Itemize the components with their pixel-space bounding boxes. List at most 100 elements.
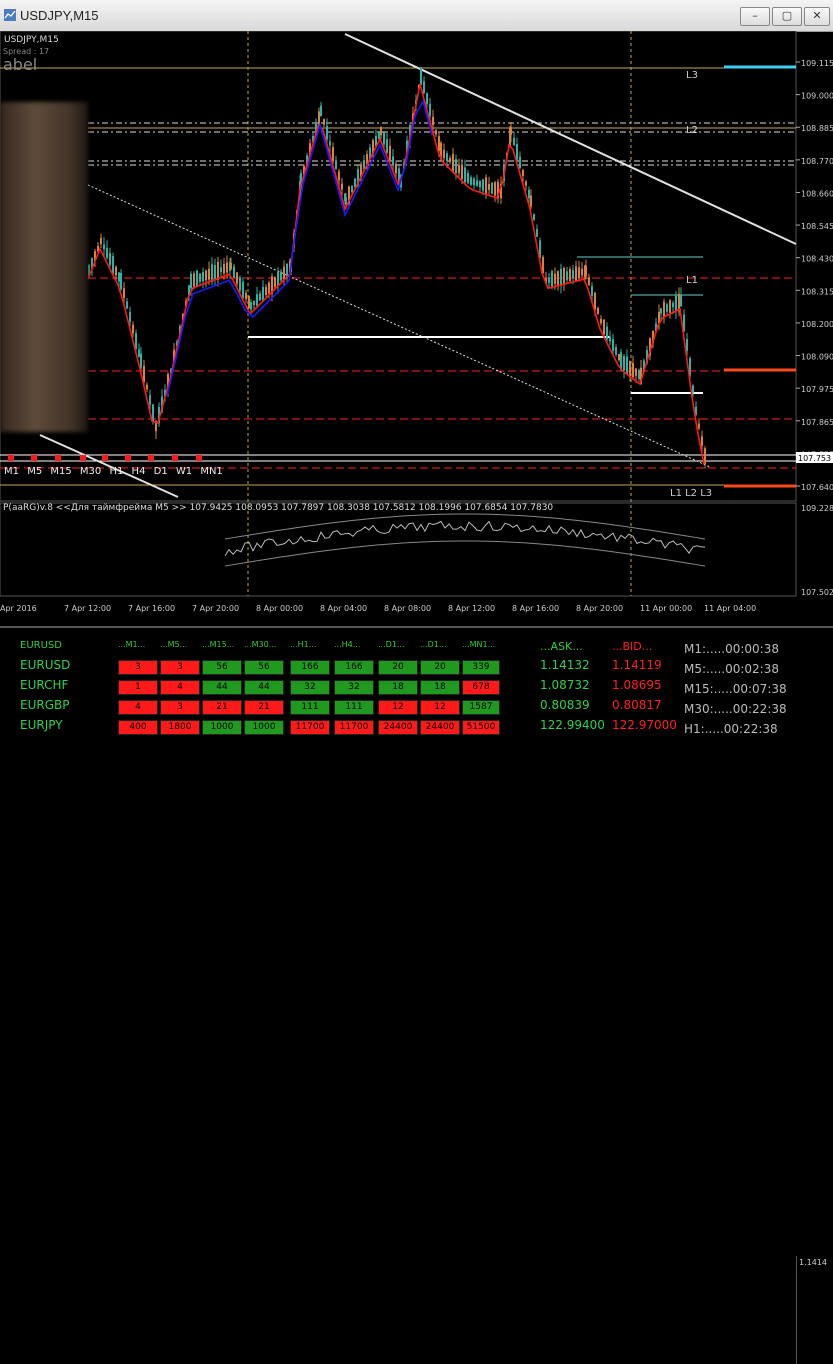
strength-cell: 3 [160, 700, 200, 715]
timeframe-column-header: ...D1... [378, 640, 405, 649]
candle-body [326, 125, 328, 140]
candle-body [629, 361, 631, 375]
candle-body [259, 293, 261, 301]
candle-body [103, 244, 105, 250]
candle-body [323, 119, 325, 125]
timeframe-marker [80, 455, 86, 461]
candle-body [467, 172, 469, 184]
candle-body [458, 164, 460, 174]
strength-cell: 1800 [160, 720, 200, 735]
price-tick-label: 108.090 [801, 353, 833, 362]
tf-h1[interactable]: H1 [109, 466, 123, 477]
close-button[interactable]: ✕ [804, 7, 830, 26]
candle-body [286, 263, 288, 277]
candle-body [600, 318, 602, 324]
candle-body [623, 356, 625, 371]
strength-cell: 4 [118, 700, 158, 715]
ask-price: 0.80839 [540, 698, 590, 712]
candle-body [280, 271, 282, 281]
strength-cell: 400 [118, 720, 158, 735]
candle-body [597, 307, 599, 315]
candle-body [432, 116, 434, 126]
candle-body [250, 302, 252, 310]
tf-mn1[interactable]: MN1 [200, 466, 222, 477]
pair-symbol[interactable]: EURCHF [20, 678, 68, 692]
bid-price: 1.08695 [612, 678, 662, 692]
tf-d1[interactable]: D1 [154, 466, 168, 477]
candle-body [461, 164, 463, 180]
tf-m15[interactable]: M15 [50, 466, 71, 477]
candle-body [632, 362, 634, 378]
strength-cell: 111 [290, 700, 330, 715]
candle-body [488, 183, 490, 191]
price-tick-label: 109.115 [801, 59, 833, 68]
candle-body [479, 180, 481, 188]
chart-symbol-label: USDJPY,M15 [4, 35, 59, 45]
candle-body [473, 178, 475, 186]
candle-body [557, 271, 559, 285]
pair-symbol[interactable]: EURUSD [20, 658, 70, 672]
candle-body [666, 304, 668, 312]
minimize-button[interactable]: – [740, 7, 770, 26]
indicator-plot-area [0, 502, 797, 597]
price-chart[interactable]: 109.115 109.000 108.885 108.770 108.660 108.5… [0, 31, 833, 626]
candle-body [386, 139, 388, 153]
candle-body [268, 282, 270, 294]
candle-body [245, 292, 247, 300]
candle-body [522, 169, 524, 177]
candle-body [435, 130, 437, 135]
maximize-button[interactable]: ▢ [772, 7, 802, 26]
candle-body [566, 271, 568, 281]
tf-m1[interactable]: M1 [4, 466, 19, 477]
time-tick-label: 7 Apr 12:00 [64, 604, 111, 613]
indicator-tick-label: 107.502 [801, 588, 833, 597]
level-label-l2: L2 [686, 125, 698, 136]
timeframe-column-header: ...M1... [118, 640, 146, 649]
candle-body [196, 270, 198, 287]
candle-body [233, 266, 235, 278]
candle-body [675, 295, 677, 312]
candle-body [569, 269, 571, 281]
candle-body [242, 281, 244, 299]
timeframe-marker [102, 455, 108, 461]
candle-body [112, 256, 114, 274]
bar-timer: H1:.....00:22:38 [684, 722, 778, 736]
level-label-l1: L1 [686, 275, 698, 286]
candle-body [211, 264, 213, 282]
strength-cell: 18 [420, 680, 460, 695]
strength-cell: 21 [202, 700, 242, 715]
timeframe-buttons[interactable]: M1 M5 M15 M30 H1 H4 D1 W1 MN1 [4, 466, 228, 477]
candle-body [680, 295, 682, 307]
strength-cell: 1587 [462, 700, 500, 715]
candle-body [143, 365, 145, 383]
tf-w1[interactable]: W1 [176, 466, 192, 477]
pair-symbol[interactable]: EURJPY [20, 718, 63, 732]
candle-body [199, 273, 201, 282]
ask-price: 1.14132 [540, 658, 590, 672]
timeframe-marker [172, 455, 178, 461]
tf-m5[interactable]: M5 [27, 466, 42, 477]
bar-timer: M5:.....00:02:38 [684, 662, 779, 676]
candle-body [217, 261, 219, 280]
candle-body [519, 156, 521, 169]
ask-header: ...ASK... [540, 640, 583, 653]
strength-cell: 678 [462, 680, 500, 695]
timeframe-column-header: ...H1... [290, 640, 317, 649]
indicator-tick-label: 109.228 [801, 504, 833, 513]
candle-body [378, 131, 380, 139]
candle-body [318, 111, 320, 125]
window-title-bar[interactable]: USDJPY,M15 – ▢ ✕ [0, 0, 833, 32]
timeframe-marker [8, 455, 14, 461]
bid-header: ...BID... [612, 640, 653, 653]
strength-cell: 1 [118, 680, 158, 695]
tf-h4[interactable]: H4 [132, 466, 146, 477]
tf-m30[interactable]: M30 [80, 466, 101, 477]
pair-symbol[interactable]: EURGBP [20, 698, 69, 712]
candle-body [383, 132, 385, 145]
bid-price: 122.97000 [612, 718, 677, 732]
price-tick-label: 108.315 [801, 287, 833, 296]
price-tick-label: 107.640 [801, 483, 833, 492]
candle-body [581, 268, 583, 276]
candle-body [603, 319, 605, 335]
currency-strength-panel: EURUSD ...ASK... ...BID... ...M1... ...M5… [0, 626, 833, 1364]
